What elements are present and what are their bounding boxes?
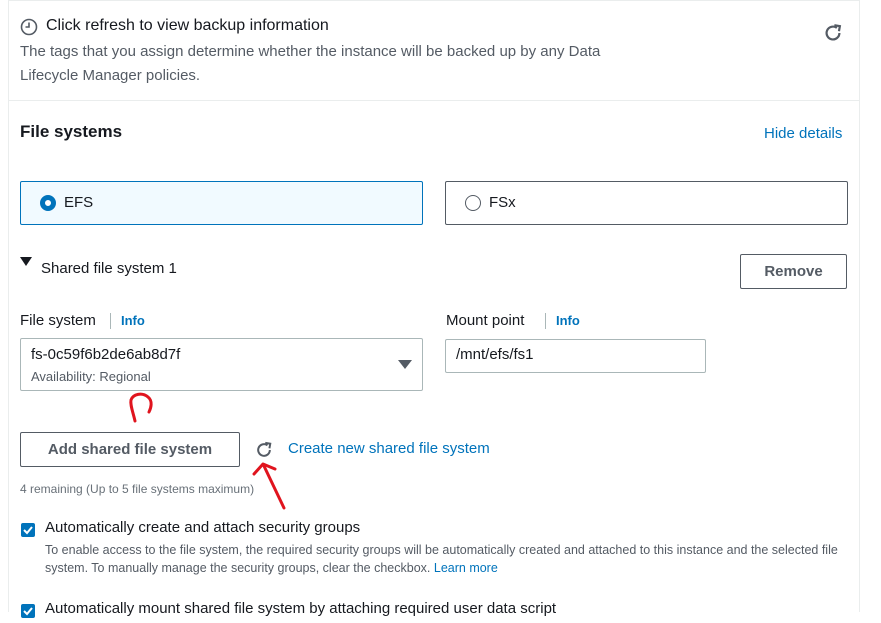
checkmark-icon — [23, 526, 33, 535]
refresh-icon[interactable] — [822, 22, 844, 44]
add-shared-file-system-button[interactable]: Add shared file system — [20, 432, 240, 467]
hide-details-link[interactable]: Hide details — [764, 125, 842, 142]
caret-down-icon[interactable] — [20, 257, 32, 267]
create-new-shared-file-system-link[interactable]: Create new shared file system — [288, 440, 490, 457]
efs-label: EFS — [64, 194, 94, 211]
efs-option-tile[interactable]: EFS — [20, 181, 423, 225]
security-groups-label: Automatically create and attach security… — [45, 519, 361, 536]
file-system-value: fs-0c59f6b2de6ab8d7f — [31, 346, 181, 363]
fsx-label: FSx — [489, 194, 516, 211]
backup-description: The tags that you assign determine wheth… — [20, 43, 601, 84]
security-groups-checkbox[interactable] — [21, 523, 35, 537]
remaining-text: 4 remaining (Up to 5 file systems maximu… — [20, 482, 255, 496]
refresh-icon[interactable] — [254, 440, 274, 460]
label-separator — [545, 313, 546, 329]
fsx-radio[interactable] — [465, 195, 481, 211]
section-divider — [8, 100, 860, 101]
efs-radio[interactable] — [40, 195, 56, 211]
mount-point-label: Mount point — [446, 312, 525, 329]
availability-text: Availability: Regional — [31, 369, 151, 384]
backup-title: Click refresh to view backup information — [46, 17, 329, 34]
fsx-option-tile[interactable]: FSx — [445, 181, 848, 225]
auto-mount-checkbox[interactable] — [21, 604, 35, 618]
file-system-info-link[interactable]: Info — [121, 313, 145, 328]
dropdown-caret-icon — [398, 360, 412, 369]
auto-mount-label: Automatically mount shared file system b… — [45, 600, 557, 617]
mount-point-input[interactable]: /mnt/efs/fs1 — [445, 339, 706, 373]
remove-button[interactable]: Remove — [740, 254, 847, 289]
learn-more-link[interactable]: Learn more — [434, 561, 498, 575]
file-system-select[interactable]: fs-0c59f6b2de6ab8d7f Availability: Regio… — [20, 338, 423, 391]
clock-icon — [20, 18, 38, 36]
label-separator — [110, 313, 111, 329]
file-system-label: File system — [20, 312, 96, 329]
mount-point-info-link[interactable]: Info — [556, 313, 580, 328]
file-systems-heading: File systems — [20, 122, 123, 141]
shared-file-system-title[interactable]: Shared file system 1 — [41, 260, 177, 277]
top-border — [8, 0, 860, 1]
security-groups-description: To enable access to the file system, the… — [45, 541, 853, 577]
checkmark-icon — [23, 607, 33, 616]
